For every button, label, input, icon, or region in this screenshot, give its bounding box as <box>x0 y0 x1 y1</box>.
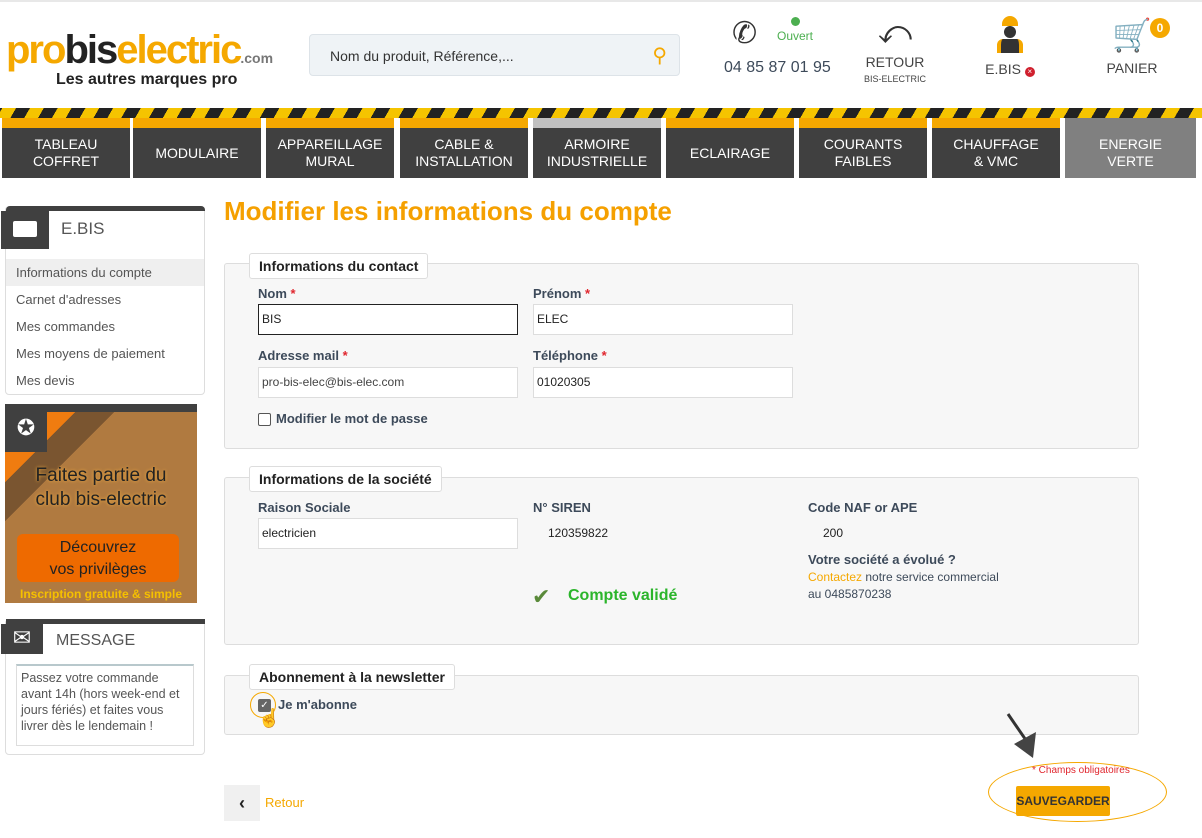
nav-item[interactable]: CABLE & INSTALLATION <box>400 118 528 178</box>
nav-item[interactable]: CHAUFFAGE & VMC <box>932 118 1060 178</box>
nom-label: Nom * <box>258 286 296 301</box>
account-validated-status: Compte validé <box>568 587 678 604</box>
email-label: Adresse mail * <box>258 348 348 363</box>
contact-link[interactable]: Contactez <box>808 570 862 584</box>
nav-item[interactable]: TABLEAU COFFRET <box>2 118 130 178</box>
open-status: Ouvert <box>777 29 814 43</box>
checkmark-icon: ✔ <box>532 584 551 609</box>
search-icon[interactable]: ⚲ <box>652 43 667 68</box>
account-label: E.BIS <box>985 61 1021 77</box>
message-title: MESSAGE <box>56 632 136 649</box>
retour-label: RETOUR <box>865 54 925 70</box>
nav-item[interactable]: ARMOIRE INDUSTRIELLE <box>533 118 661 178</box>
retour-link[interactable]: ⤺ RETOUR BIS-ELECTRIC <box>850 14 940 84</box>
hand-cursor-icon: ☝ <box>258 708 281 728</box>
change-password-checkbox[interactable] <box>258 413 271 426</box>
search-input[interactable]: Nom du produit, Référence,... ⚲ <box>309 34 680 76</box>
id-card-icon <box>1 211 49 249</box>
envelope-icon: ✉ <box>1 624 43 654</box>
club-promo-banner[interactable]: ✪ Faites partie du club bis-electric Déco… <box>5 404 197 603</box>
nav-item[interactable]: COURANTS FAIBLES <box>799 118 927 178</box>
back-chevron-icon[interactable]: ‹ <box>224 785 260 821</box>
curved-arrow-icon: ⤺ <box>877 14 913 50</box>
message-text: Passez votre commande avant 14h (hors we… <box>16 664 194 746</box>
nav-item[interactable]: APPAREILLAGE MURAL <box>266 118 394 178</box>
commercial-phone: au 0485870238 <box>808 587 892 601</box>
save-button[interactable]: SAUVEGARDER <box>1016 786 1110 816</box>
company-section <box>224 477 1139 645</box>
change-password-label[interactable]: Modifier le mot de passe <box>276 411 428 426</box>
nav-item[interactable]: ENERGIE VERTE <box>1065 118 1196 178</box>
sidebar-menu-item[interactable]: Informations du compte <box>6 259 204 286</box>
nav-item[interactable]: MODULAIRE <box>133 118 261 178</box>
telephone-label: Téléphone * <box>533 348 607 363</box>
account-menu: E.BIS Informations du compte Carnet d'adr… <box>1 206 205 395</box>
cart-label: PANIER <box>1106 60 1158 76</box>
open-status-dot <box>791 17 800 26</box>
main-nav: TABLEAU COFFRET MODULAIRE APPAREILLAGE MURAL… <box>0 118 1202 178</box>
discover-privileges-button[interactable]: Découvrez vos privilèges <box>17 534 179 582</box>
phone-number[interactable]: 04 85 87 01 95 <box>724 59 831 77</box>
naf-label: Code NAF or APE <box>808 500 918 515</box>
siren-value: 120359822 <box>548 526 609 540</box>
search-placeholder: Nom du produit, Référence,... <box>330 48 514 64</box>
contact-legend: Informations du contact <box>249 253 429 279</box>
annotation-arrow-icon <box>1006 713 1036 758</box>
page-title: Modifier les informations du compte <box>224 196 672 226</box>
sidebar-title: E.BIS <box>61 219 105 238</box>
tagline: Les autres marques pro <box>56 71 238 88</box>
logout-icon[interactable]: × <box>1024 67 1035 77</box>
promo-line2: club bis-electric <box>35 489 167 510</box>
back-link[interactable]: Retour <box>265 795 304 810</box>
newsletter-label[interactable]: Je m'abonne <box>278 697 357 712</box>
message-box: ✉ MESSAGE Passez votre commande avant 14… <box>1 619 205 755</box>
company-legend: Informations de la société <box>249 466 442 492</box>
promo-footer: Inscription gratuite & simple <box>19 587 183 601</box>
telephone-input[interactable]: 01020305 <box>533 367 793 398</box>
newsletter-legend: Abonnement à la newsletter <box>249 664 455 690</box>
nav-item[interactable]: ECLAIRAGE <box>666 118 794 178</box>
siren-label: N° SIREN <box>533 500 591 515</box>
naf-value: 200 <box>823 526 844 540</box>
account-link[interactable]: E.BIS × <box>975 16 1045 77</box>
cart-count-badge: 0 <box>1150 18 1170 38</box>
raison-sociale-input[interactable]: electricien <box>258 518 518 549</box>
phone-icon: ✆ <box>732 17 758 50</box>
sidebar-menu-item[interactable]: Mes commandes <box>6 313 204 340</box>
sidebar-menu-item[interactable]: Mes devis <box>6 367 204 394</box>
top-border <box>0 0 1202 2</box>
raison-sociale-label: Raison Sociale <box>258 500 351 515</box>
sidebar-menu-item[interactable]: Carnet d'adresses <box>6 286 204 313</box>
nom-input[interactable]: BIS <box>258 304 518 335</box>
company-evolved-label: Votre société a évolué ? <box>808 552 956 567</box>
prenom-input[interactable]: ELEC <box>533 304 793 335</box>
hazard-stripe <box>0 108 1202 118</box>
sidebar-menu-item[interactable]: Mes moyens de paiement <box>6 340 204 367</box>
promo-line1: Faites partie du <box>35 465 167 486</box>
email-input[interactable]: pro-bis-elec@bis-elec.com <box>258 367 518 398</box>
prenom-label: Prénom * <box>533 286 591 301</box>
retour-sub: BIS-ELECTRIC <box>863 74 926 84</box>
required-note: * Champs obligatoires <box>1032 765 1130 776</box>
worker-avatar-icon <box>995 16 1025 54</box>
award-ribbon-icon: ✪ <box>5 404 47 452</box>
